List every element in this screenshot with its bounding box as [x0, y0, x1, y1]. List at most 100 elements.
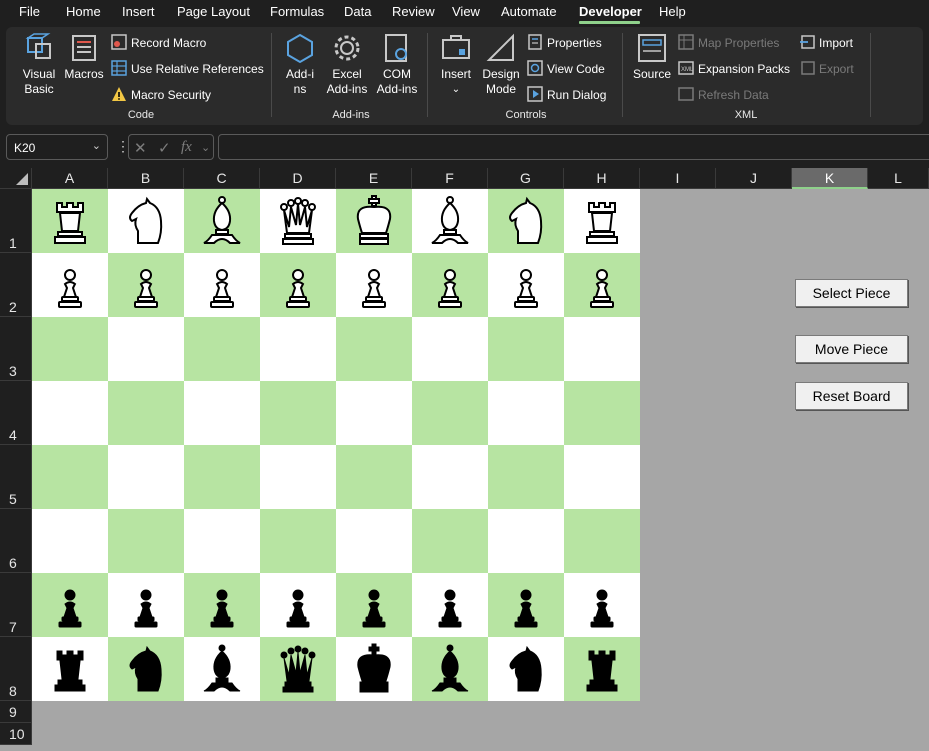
use-relative-references-button[interactable]: Use Relative References — [111, 60, 264, 77]
board-square-c4[interactable] — [184, 381, 260, 445]
board-square-d6[interactable] — [260, 509, 336, 573]
board-square-f2[interactable] — [412, 253, 488, 317]
menu-file[interactable]: File — [19, 4, 40, 19]
board-square-e6[interactable] — [336, 509, 412, 573]
board-square-b6[interactable] — [108, 509, 184, 573]
row-header-6[interactable]: 6 — [0, 509, 32, 573]
menu-formulas[interactable]: Formulas — [270, 4, 324, 19]
board-square-d3[interactable] — [260, 317, 336, 381]
board-square-h6[interactable] — [564, 509, 640, 573]
run-dialog-button[interactable]: Run Dialog — [527, 86, 606, 103]
board-square-e7[interactable] — [336, 573, 412, 637]
board-square-g6[interactable] — [488, 509, 564, 573]
board-square-a6[interactable] — [32, 509, 108, 573]
view-code-button[interactable]: View Code — [527, 60, 605, 77]
row-header-7[interactable]: 7 — [0, 573, 32, 637]
board-square-e5[interactable] — [336, 445, 412, 509]
board-square-a4[interactable] — [32, 381, 108, 445]
confirm-icon[interactable]: ✓ — [158, 139, 171, 157]
record-macro-button[interactable]: Record Macro — [111, 34, 206, 51]
xml-import-button[interactable]: Import — [799, 34, 853, 51]
black-bishop-icon[interactable] — [412, 637, 488, 701]
white-pawn-icon[interactable] — [488, 253, 564, 317]
white-rook-icon[interactable] — [564, 189, 640, 253]
board-square-f1[interactable] — [412, 189, 488, 253]
column-header-e[interactable]: E — [336, 168, 412, 189]
board-square-d4[interactable] — [260, 381, 336, 445]
white-knight-icon[interactable] — [108, 189, 184, 253]
board-square-d1[interactable] — [260, 189, 336, 253]
reset-board-button[interactable]: Reset Board — [795, 382, 908, 410]
board-square-h4[interactable] — [564, 381, 640, 445]
black-pawn-icon[interactable] — [412, 573, 488, 637]
menu-help[interactable]: Help — [659, 4, 686, 19]
column-header-l[interactable]: L — [868, 168, 929, 189]
formula-input[interactable] — [218, 134, 929, 160]
column-header-d[interactable]: D — [260, 168, 336, 189]
board-square-f4[interactable] — [412, 381, 488, 445]
white-rook-icon[interactable] — [32, 189, 108, 253]
board-square-g1[interactable] — [488, 189, 564, 253]
board-square-h8[interactable] — [564, 637, 640, 701]
name-box[interactable]: K20 ⌄ — [6, 134, 108, 160]
row-header-8[interactable]: 8 — [0, 637, 32, 701]
board-square-d7[interactable] — [260, 573, 336, 637]
column-header-k[interactable]: K — [792, 168, 868, 189]
com-add-ins-button[interactable]: COM Add-ins — [374, 31, 420, 97]
board-square-e2[interactable] — [336, 253, 412, 317]
board-square-a2[interactable] — [32, 253, 108, 317]
board-square-b5[interactable] — [108, 445, 184, 509]
black-pawn-icon[interactable] — [260, 573, 336, 637]
white-pawn-icon[interactable] — [412, 253, 488, 317]
xml-source-button[interactable]: Source — [631, 31, 673, 82]
white-pawn-icon[interactable] — [260, 253, 336, 317]
row-header-3[interactable]: 3 — [0, 317, 32, 381]
board-square-c8[interactable] — [184, 637, 260, 701]
board-square-e3[interactable] — [336, 317, 412, 381]
board-square-g5[interactable] — [488, 445, 564, 509]
black-pawn-icon[interactable] — [184, 573, 260, 637]
board-square-c6[interactable] — [184, 509, 260, 573]
white-king-icon[interactable] — [336, 189, 412, 253]
white-pawn-icon[interactable] — [32, 253, 108, 317]
row-header-2[interactable]: 2 — [0, 253, 32, 317]
board-square-c3[interactable] — [184, 317, 260, 381]
cancel-icon[interactable]: ✕ — [134, 139, 147, 157]
row-header-9[interactable]: 9 — [0, 701, 32, 723]
board-square-f6[interactable] — [412, 509, 488, 573]
board-square-c7[interactable] — [184, 573, 260, 637]
insert-function-icon[interactable]: fx — [181, 139, 192, 156]
black-knight-icon[interactable] — [488, 637, 564, 701]
board-square-a7[interactable] — [32, 573, 108, 637]
board-square-e8[interactable] — [336, 637, 412, 701]
design-mode-button[interactable]: Design Mode — [480, 31, 522, 97]
row-header-1[interactable]: 1 — [0, 189, 32, 253]
column-header-b[interactable]: B — [108, 168, 184, 189]
add-ins-button[interactable]: Add-ins — [280, 31, 320, 97]
menu-automate[interactable]: Automate — [501, 4, 557, 19]
board-square-h1[interactable] — [564, 189, 640, 253]
black-king-icon[interactable] — [336, 637, 412, 701]
row-header-10[interactable]: 10 — [0, 723, 32, 745]
board-square-b8[interactable] — [108, 637, 184, 701]
board-square-b7[interactable] — [108, 573, 184, 637]
column-header-h[interactable]: H — [564, 168, 640, 189]
board-square-f8[interactable] — [412, 637, 488, 701]
black-pawn-icon[interactable] — [336, 573, 412, 637]
expansion-packs-button[interactable]: XML Expansion Packs — [678, 60, 790, 77]
white-pawn-icon[interactable] — [108, 253, 184, 317]
macro-security-button[interactable]: Macro Security — [111, 86, 211, 103]
black-queen-icon[interactable] — [260, 637, 336, 701]
column-header-c[interactable]: C — [184, 168, 260, 189]
column-header-i[interactable]: I — [640, 168, 716, 189]
column-header-f[interactable]: F — [412, 168, 488, 189]
board-square-d5[interactable] — [260, 445, 336, 509]
properties-button[interactable]: Properties — [527, 34, 602, 51]
white-queen-icon[interactable] — [260, 189, 336, 253]
board-square-b4[interactable] — [108, 381, 184, 445]
board-square-f7[interactable] — [412, 573, 488, 637]
black-pawn-icon[interactable] — [32, 573, 108, 637]
board-square-a5[interactable] — [32, 445, 108, 509]
chevron-down-icon[interactable]: ⌄ — [92, 139, 101, 152]
column-header-g[interactable]: G — [488, 168, 564, 189]
